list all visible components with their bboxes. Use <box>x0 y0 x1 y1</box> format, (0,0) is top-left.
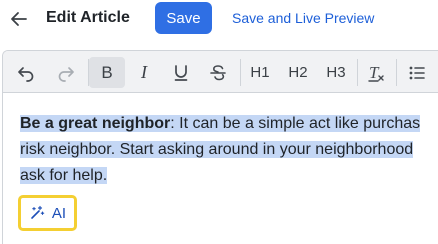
editor-content[interactable]: Be a great neighbor: It can be a simple … <box>3 93 438 244</box>
line-text: ask for help. <box>20 167 108 184</box>
ai-label: AI <box>51 204 67 222</box>
article-paragraph[interactable]: Be a great neighbor: It can be a simple … <box>20 111 438 189</box>
clear-format-button[interactable]: T <box>359 57 393 88</box>
heading-2-button[interactable]: H2 <box>281 57 315 88</box>
back-arrow-icon[interactable] <box>8 8 30 30</box>
bullet-list-icon <box>409 66 425 79</box>
save-and-live-preview-link[interactable]: Save and Live Preview <box>232 9 374 27</box>
bold-icon: B <box>101 62 113 82</box>
italic-icon: I <box>141 62 147 82</box>
strikethrough-icon <box>210 64 226 80</box>
rich-text-editor: B I H1 H2 H3 T Be a great neighbor: It c… <box>2 50 438 244</box>
heading-1-button[interactable]: H1 <box>243 57 277 88</box>
paragraph-line: Be a great neighbor: It can be a simple … <box>20 111 438 137</box>
paragraph-line: ask for help. <box>20 163 438 189</box>
heading-3-button[interactable]: H3 <box>319 57 353 88</box>
line-text: risk neighbor. Start asking around in yo… <box>20 141 414 158</box>
toolbar-divider <box>357 59 358 86</box>
paragraph-line: risk neighbor. Start asking around in yo… <box>20 137 438 163</box>
magic-wand-icon <box>31 205 45 219</box>
header: Edit Article Save Save and Live Preview <box>0 0 438 40</box>
italic-button[interactable]: I <box>127 57 161 88</box>
redo-icon[interactable] <box>49 57 83 88</box>
save-button[interactable]: Save <box>155 2 212 34</box>
undo-icon[interactable] <box>9 57 43 88</box>
page-title: Edit Article <box>46 9 130 26</box>
clear-format-icon: T <box>367 63 385 83</box>
ai-assist-button[interactable]: AI <box>18 195 77 231</box>
bullet-list-button[interactable] <box>400 57 434 88</box>
toolbar-divider <box>396 59 397 86</box>
toolbar-divider <box>240 59 241 86</box>
strikethrough-button[interactable] <box>201 57 235 88</box>
underline-icon <box>174 64 188 81</box>
underline-button[interactable] <box>164 57 198 88</box>
line-text: : It can be a simple act like purchas <box>170 115 421 132</box>
bold-lead-text: Be a great neighbor <box>20 115 171 132</box>
editor-toolbar: B I H1 H2 H3 T <box>3 51 438 93</box>
bold-button[interactable]: B <box>89 57 125 88</box>
